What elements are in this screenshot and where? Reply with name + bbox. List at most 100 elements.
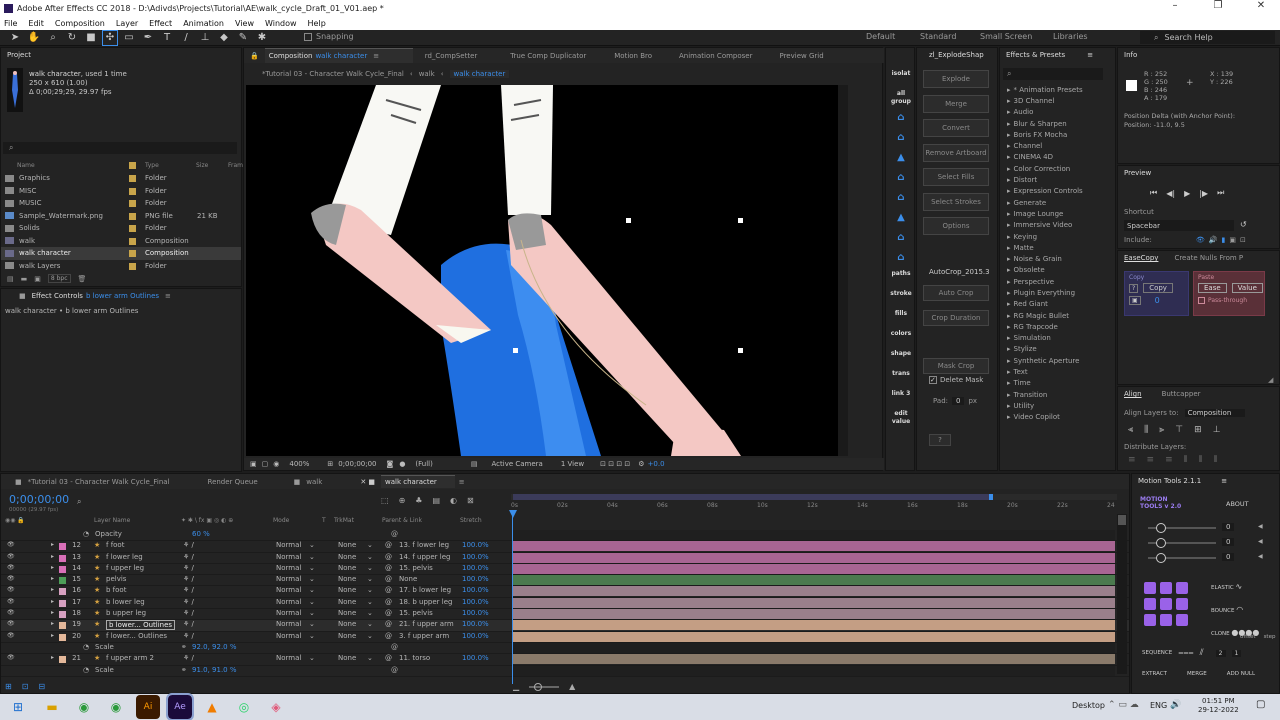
project-item[interactable]: MUSIC Folder	[1, 197, 241, 210]
expand-arrow-icon[interactable]: ▸	[1007, 334, 1011, 342]
expand-arrow-icon[interactable]: ▸	[1007, 391, 1011, 399]
region-icon[interactable]: ⊞	[327, 460, 333, 468]
layer-switches[interactable]: ⚘ /	[183, 553, 194, 561]
elastic-button[interactable]: ELASTIC ∿	[1211, 576, 1259, 599]
draft-3d-icon[interactable]: ⬚	[381, 496, 389, 505]
exposure-value[interactable]: +0.0	[648, 460, 665, 468]
motion-blur-icon[interactable]: ◐	[450, 496, 457, 505]
chrome-icon[interactable]: ◉	[72, 695, 96, 719]
chevron-down-icon[interactable]: ⌄	[367, 598, 373, 606]
chevron-down-icon[interactable]: ⌄	[367, 632, 373, 640]
puppet-tool-icon[interactable]: ✱	[255, 31, 269, 45]
effect-category[interactable]: ▸ Utility	[1000, 400, 1117, 411]
visibility-eye-icon[interactable]: 👁	[7, 541, 15, 548]
col-parent[interactable]: Parent & Link	[382, 517, 422, 524]
transform-handle[interactable]	[738, 348, 743, 353]
timeline-layer-row[interactable]: 👁 ▸ 18 ★ b upper leg ⚘ / Normal ⌄ None ⌄ @15. pelv…	[1, 609, 1129, 621]
twirl-arrow-icon[interactable]: ▸	[51, 598, 54, 605]
chevron-down-icon[interactable]: ⌄	[309, 654, 315, 662]
new-folder-icon[interactable]: ▬	[21, 275, 28, 283]
maximize-icon[interactable]: ❐	[1203, 0, 1233, 11]
timeline-timecode[interactable]: 0;00;00;00	[9, 493, 69, 506]
zoom-out-icon[interactable]: ▁	[513, 682, 519, 691]
track-matte-select[interactable]: None	[338, 632, 356, 640]
script-tool-button[interactable]: ▲	[888, 210, 914, 226]
stretch-value[interactable]: 100.0%	[462, 586, 489, 594]
expand-arrow-icon[interactable]: ▸	[1007, 199, 1011, 207]
breadcrumb-item[interactable]: walk	[419, 70, 435, 78]
sequence-button[interactable]: SEQUENCE	[1142, 650, 1172, 656]
layer-switches[interactable]: ⚘ /	[183, 598, 194, 606]
always-preview-icon[interactable]: ▣	[250, 460, 257, 468]
twirl-arrow-icon[interactable]: ▸	[51, 541, 54, 548]
effect-controls-tab[interactable]: ■ Effect Controls b lower arm Outlines ≡	[1, 289, 241, 303]
script-tool-button[interactable]: ▲	[888, 150, 914, 166]
menu-layer[interactable]: Layer	[116, 19, 138, 28]
workspace-default[interactable]: Default	[866, 32, 895, 41]
comp-flowchart-icon[interactable]: ⊕	[399, 496, 406, 505]
align-left-icon[interactable]: ⫷	[1128, 425, 1133, 435]
expand-switches-icon[interactable]: ⊡	[22, 682, 29, 691]
chevron-down-icon[interactable]: ⌄	[309, 564, 315, 572]
stopwatch-icon[interactable]: ◔	[83, 666, 89, 674]
comp-lock-icon[interactable]: 🔒	[250, 52, 259, 60]
col-type[interactable]: Type	[145, 162, 159, 169]
effect-category[interactable]: ▸ Expression Controls	[1000, 186, 1117, 197]
slider-value-input[interactable]: 0	[1222, 523, 1235, 531]
script-tool-button[interactable]: shape	[888, 350, 914, 366]
track-matte-select[interactable]: None	[338, 575, 356, 583]
align-top-icon[interactable]: ⊤	[1175, 425, 1183, 435]
twirl-arrow-icon[interactable]: ▸	[51, 620, 54, 627]
blend-mode-select[interactable]: Normal	[276, 564, 301, 572]
layer-name[interactable]: f foot	[106, 541, 124, 549]
explode-panel-button[interactable]: Explode	[923, 70, 989, 88]
script-tool-button[interactable]: ⌂	[888, 190, 914, 206]
menu-file[interactable]: File	[4, 19, 17, 28]
menu-effect[interactable]: Effect	[149, 19, 172, 28]
color-channel-icon[interactable]: ●	[399, 460, 405, 468]
effect-category[interactable]: ▸ Red Giant	[1000, 299, 1117, 310]
include-overlay-icon[interactable]: ▮	[1221, 236, 1225, 244]
col-trkmat[interactable]: TrkMat	[334, 517, 354, 524]
camera-tool-icon[interactable]: ■	[84, 31, 98, 45]
stretch-value[interactable]: 100.0%	[462, 654, 489, 662]
chevron-down-icon[interactable]: ⌄	[367, 564, 373, 572]
timeline-property-row[interactable]: ◔ Opacity 60 % @	[1, 530, 1129, 542]
timeline-layer-row[interactable]: 👁 ▸ 15 ★ pelvis ⚘ / Normal ⌄ None ⌄ @ None 100.0%	[1, 575, 1129, 587]
label-color[interactable]	[129, 212, 136, 220]
roi-icon[interactable]: ▤	[471, 460, 478, 468]
track-matte-select[interactable]: None	[338, 541, 356, 549]
expand-arrow-icon[interactable]: ▸	[1007, 86, 1011, 94]
expand-inout-icon[interactable]: ⊟	[38, 682, 45, 691]
effect-category[interactable]: ▸ Distort	[1000, 174, 1117, 185]
preview-tab[interactable]: Preview	[1118, 166, 1279, 180]
effect-category[interactable]: ▸ Generate	[1000, 197, 1117, 208]
layer-duration-bar[interactable]	[513, 609, 1115, 620]
pickwhip-icon[interactable]: @	[391, 643, 398, 651]
menu-composition[interactable]: Composition	[55, 19, 105, 28]
effect-category[interactable]: ▸ RG Magic Bullet	[1000, 310, 1117, 321]
parent-select[interactable]: 21. f upper arm	[399, 620, 454, 628]
motion-slider[interactable]: 0 ◀	[1148, 537, 1278, 549]
chevron-down-icon[interactable]: ⌄	[309, 598, 315, 606]
effect-category[interactable]: ▸ CINEMA 4D	[1000, 152, 1117, 163]
layer-duration-bar[interactable]	[513, 631, 1115, 642]
visibility-eye-icon[interactable]: 👁	[7, 632, 15, 639]
chevron-down-icon[interactable]: ⌄	[367, 620, 373, 628]
vlc-icon[interactable]: ▲	[200, 695, 224, 719]
label-color[interactable]	[129, 262, 136, 270]
align-vcenter-icon[interactable]: ⊞	[1194, 425, 1202, 435]
twirl-arrow-icon[interactable]: ▸	[51, 632, 54, 639]
dist-left-icon[interactable]: ⦀	[1184, 455, 1188, 465]
explode-tab[interactable]: zl_ExplodeShap	[917, 48, 997, 62]
parent-select[interactable]: 14. f upper leg	[399, 553, 450, 561]
property-track[interactable]	[513, 530, 1115, 540]
transform-handle[interactable]	[738, 218, 743, 223]
stretch-value[interactable]: 100.0%	[462, 632, 489, 640]
layer-switches[interactable]: ⚘ /	[183, 620, 194, 628]
align-tab[interactable]: Align	[1124, 390, 1142, 398]
layer-name[interactable]: f upper leg	[106, 564, 144, 572]
project-item[interactable]: Solids Folder	[1, 222, 241, 235]
easecopy-tab[interactable]: EaseCopy	[1124, 254, 1158, 262]
visibility-eye-icon[interactable]: 👁	[7, 620, 15, 627]
